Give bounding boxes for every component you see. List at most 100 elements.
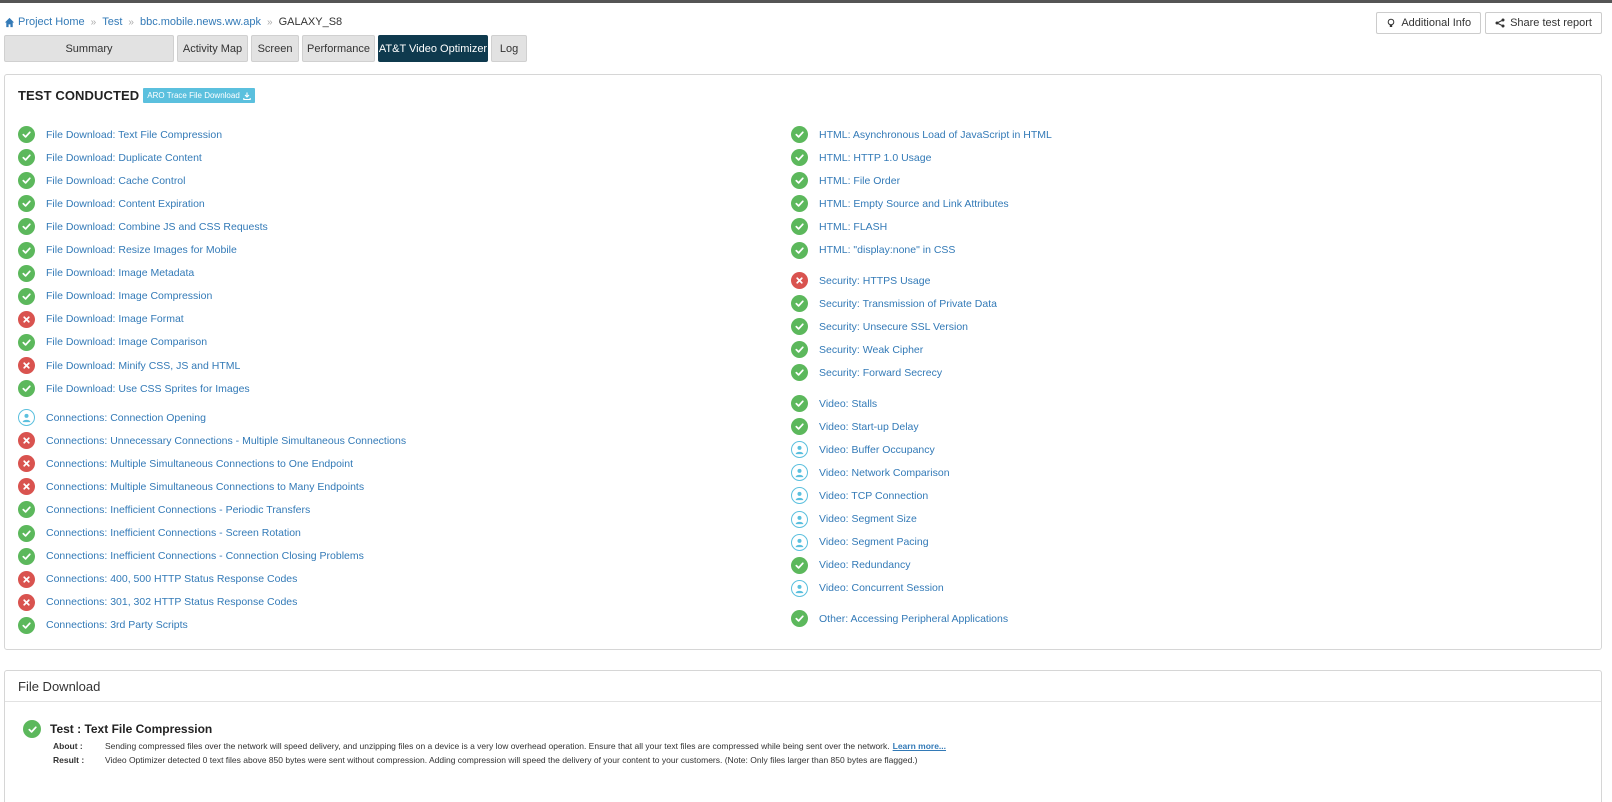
test-link[interactable]: HTML: Asynchronous Load of JavaScript in… bbox=[819, 129, 1052, 141]
file-download-header: File Download bbox=[5, 671, 1601, 702]
test-link[interactable]: Connections: Connection Opening bbox=[46, 412, 206, 424]
test-link[interactable]: Connections: Inefficient Connections - S… bbox=[46, 527, 301, 539]
test-item: Connections: 400, 500 HTTP Status Respon… bbox=[18, 570, 297, 588]
test-item: Security: Weak Cipher bbox=[791, 341, 923, 359]
pass-check-icon bbox=[18, 333, 35, 351]
test-link[interactable]: Video: Start-up Delay bbox=[819, 421, 919, 433]
test-link[interactable]: Security: Weak Cipher bbox=[819, 344, 923, 356]
pass-check-icon bbox=[791, 556, 808, 574]
pass-check-icon bbox=[18, 218, 35, 236]
file-download-test: Test : Text File Compression bbox=[23, 720, 212, 738]
test-link[interactable]: File Download: Image Compression bbox=[46, 290, 212, 302]
test-item: File Download: Combine JS and CSS Reques… bbox=[18, 218, 268, 236]
test-link[interactable]: Security: Forward Secrecy bbox=[819, 367, 942, 379]
test-link[interactable]: HTML: File Order bbox=[819, 175, 900, 187]
tab-performance[interactable]: Performance bbox=[302, 35, 375, 62]
pass-check-icon bbox=[18, 501, 35, 519]
breadcrumb-separator: » bbox=[90, 16, 97, 28]
test-link[interactable]: Video: Segment Size bbox=[819, 513, 917, 525]
user-info-icon bbox=[18, 409, 35, 426]
test-link[interactable]: Connections: Inefficient Connections - P… bbox=[46, 504, 310, 516]
test-link[interactable]: HTML: FLASH bbox=[819, 221, 887, 233]
test-item: Connections: Multiple Simultaneous Conne… bbox=[18, 478, 364, 496]
test-item: Connections: 3rd Party Scripts bbox=[18, 616, 188, 634]
result-label: Result : bbox=[53, 755, 85, 765]
pass-check-icon bbox=[791, 418, 808, 436]
test-link[interactable]: Security: Transmission of Private Data bbox=[819, 298, 997, 310]
test-link[interactable]: HTML: Empty Source and Link Attributes bbox=[819, 198, 1009, 210]
test-item: Connections: Inefficient Connections - S… bbox=[18, 524, 301, 542]
file-download-panel: File Download Test : Text File Compressi… bbox=[4, 670, 1602, 802]
tab-activity-map[interactable]: Activity Map bbox=[177, 35, 248, 62]
user-info-icon bbox=[791, 487, 808, 505]
share-test-report-button[interactable]: Share test report bbox=[1485, 12, 1602, 34]
breadcrumb-test[interactable]: Test bbox=[102, 16, 122, 28]
test-link[interactable]: Video: TCP Connection bbox=[819, 490, 928, 502]
test-link[interactable]: File Download: Resize Images for Mobile bbox=[46, 244, 237, 256]
aro-trace-download-button[interactable]: ARO Trace File Download bbox=[143, 88, 255, 103]
user-info-icon bbox=[791, 464, 808, 482]
learn-more-link[interactable]: Learn more... bbox=[893, 741, 946, 751]
test-link[interactable]: Connections: Unnecessary Connections - M… bbox=[46, 435, 406, 447]
test-link[interactable]: Video: Redundancy bbox=[819, 559, 910, 571]
tab-summary[interactable]: Summary bbox=[4, 35, 174, 62]
test-link[interactable]: Connections: 400, 500 HTTP Status Respon… bbox=[46, 573, 297, 585]
test-link[interactable]: File Download: Image Metadata bbox=[46, 267, 194, 279]
test-link[interactable]: Video: Buffer Occupancy bbox=[819, 444, 935, 456]
test-link[interactable]: File Download: Image Comparison bbox=[46, 336, 207, 348]
test-link[interactable]: File Download: Cache Control bbox=[46, 175, 185, 187]
test-item: File Download: Cache Control bbox=[18, 172, 185, 190]
fail-x-icon bbox=[18, 432, 35, 450]
test-conducted-title: TEST CONDUCTED bbox=[18, 88, 140, 103]
test-link[interactable]: File Download: Duplicate Content bbox=[46, 152, 202, 164]
test-item: File Download: Text File Compression bbox=[18, 126, 222, 143]
share-label: Share test report bbox=[1510, 17, 1592, 29]
test-item: Video: Start-up Delay bbox=[791, 418, 919, 436]
download-icon bbox=[243, 92, 251, 100]
breadcrumb-current-device: GALAXY_S8 bbox=[278, 16, 343, 28]
about-row: About : Sending compressed files over th… bbox=[53, 741, 946, 751]
test-link[interactable]: File Download: Image Format bbox=[46, 313, 184, 325]
top-actions: Additional Info Share test report bbox=[1376, 12, 1602, 34]
pass-check-icon bbox=[18, 380, 35, 398]
tab-video-optimizer[interactable]: AT&T Video Optimizer bbox=[378, 35, 488, 62]
test-link[interactable]: Connections: Multiple Simultaneous Conne… bbox=[46, 481, 364, 493]
additional-info-button[interactable]: Additional Info bbox=[1376, 12, 1482, 34]
test-item: Security: Forward Secrecy bbox=[791, 364, 942, 382]
breadcrumb-apk[interactable]: bbc.mobile.news.ww.apk bbox=[140, 16, 261, 28]
pass-check-icon bbox=[18, 172, 35, 190]
test-link[interactable]: Connections: Inefficient Connections - C… bbox=[46, 550, 364, 562]
test-link[interactable]: Connections: 301, 302 HTTP Status Respon… bbox=[46, 596, 297, 608]
test-link[interactable]: File Download: Text File Compression bbox=[46, 129, 222, 141]
test-item: Connections: Connection Opening bbox=[18, 409, 206, 426]
test-link[interactable]: HTML: "display:none" in CSS bbox=[819, 244, 955, 256]
test-link[interactable]: Video: Segment Pacing bbox=[819, 536, 929, 548]
fail-x-icon bbox=[18, 570, 35, 588]
test-item: HTML: Asynchronous Load of JavaScript in… bbox=[791, 126, 1052, 143]
fail-x-icon bbox=[18, 357, 35, 374]
breadcrumb-project-home[interactable]: Project Home bbox=[18, 16, 85, 28]
tab-log[interactable]: Log bbox=[491, 35, 527, 62]
test-link[interactable]: Security: HTTPS Usage bbox=[819, 275, 930, 287]
test-link[interactable]: Connections: 3rd Party Scripts bbox=[46, 619, 188, 631]
pass-check-icon bbox=[791, 395, 808, 412]
test-link[interactable]: Other: Accessing Peripheral Applications bbox=[819, 613, 1008, 625]
test-link[interactable]: HTML: HTTP 1.0 Usage bbox=[819, 152, 931, 164]
pass-check-icon bbox=[791, 126, 808, 143]
test-link[interactable]: File Download: Minify CSS, JS and HTML bbox=[46, 360, 240, 372]
pass-check-icon bbox=[18, 524, 35, 542]
test-item: File Download: Resize Images for Mobile bbox=[18, 241, 237, 259]
tab-screen[interactable]: Screen bbox=[251, 35, 299, 62]
test-link[interactable]: Video: Network Comparison bbox=[819, 467, 950, 479]
test-item: Video: Stalls bbox=[791, 395, 877, 412]
test-link[interactable]: File Download: Use CSS Sprites for Image… bbox=[46, 383, 250, 395]
test-item: Security: HTTPS Usage bbox=[791, 272, 930, 289]
test-link[interactable]: Video: Stalls bbox=[819, 398, 877, 410]
test-item: HTML: "display:none" in CSS bbox=[791, 241, 955, 259]
test-link[interactable]: File Download: Combine JS and CSS Reques… bbox=[46, 221, 268, 233]
test-link[interactable]: File Download: Content Expiration bbox=[46, 198, 205, 210]
pass-check-icon bbox=[791, 318, 808, 336]
test-link[interactable]: Connections: Multiple Simultaneous Conne… bbox=[46, 458, 353, 470]
test-link[interactable]: Video: Concurrent Session bbox=[819, 582, 944, 594]
test-link[interactable]: Security: Unsecure SSL Version bbox=[819, 321, 968, 333]
